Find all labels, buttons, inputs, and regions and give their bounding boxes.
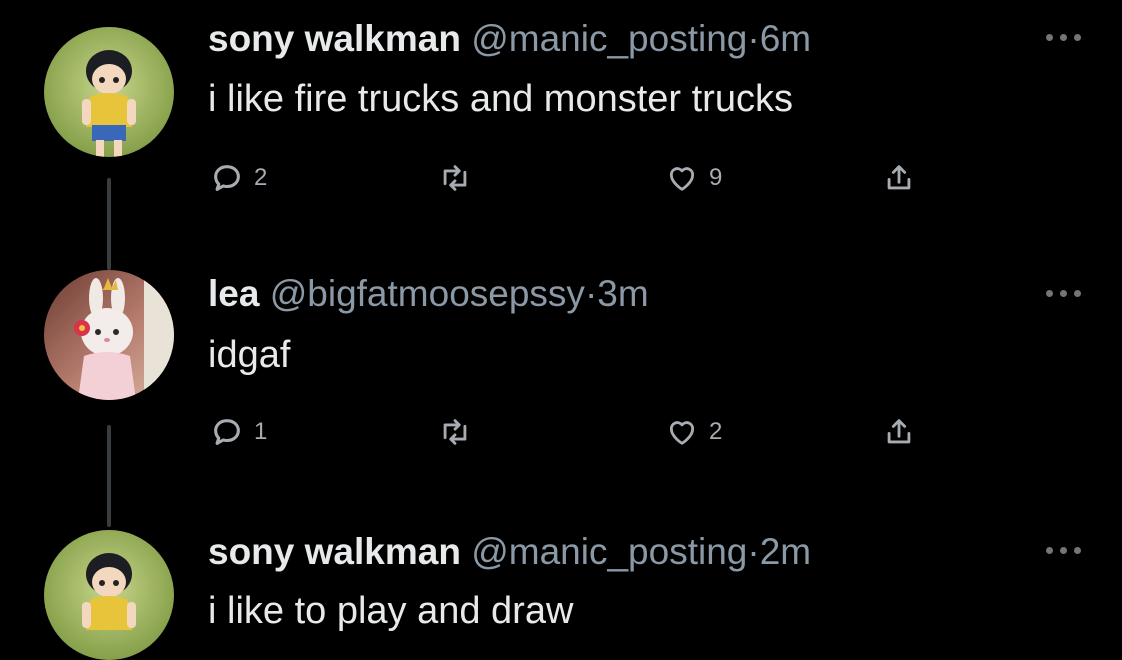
- heart-icon: [669, 421, 695, 445]
- share-icon: [887, 165, 911, 190]
- reply-button[interactable]: 1: [210, 412, 267, 452]
- user-handle[interactable]: @manic_posting: [471, 18, 747, 59]
- like-count: 2: [709, 418, 723, 445]
- reply-button[interactable]: 2: [210, 158, 267, 198]
- tweet[interactable]: sony walkman @manic_posting·2m i like to…: [0, 520, 1122, 660]
- avatar[interactable]: [44, 27, 174, 157]
- heart-icon: [669, 167, 695, 191]
- timestamp[interactable]: 2m: [760, 531, 811, 572]
- share-icon: [887, 419, 911, 444]
- more-icon[interactable]: [1046, 31, 1086, 43]
- tweet[interactable]: lea @bigfatmoosepssy·3m idgaf 1 2: [0, 250, 1122, 520]
- like-button[interactable]: 9: [665, 158, 722, 198]
- retweet-button[interactable]: [438, 158, 472, 198]
- tweet-text: i like fire trucks and monster trucks: [208, 78, 793, 120]
- separator-dot: ·: [747, 531, 760, 572]
- avatar[interactable]: [44, 530, 174, 660]
- shinji-avatar-image: [44, 530, 174, 660]
- tweet-actions: 2 9: [0, 158, 1122, 198]
- tweet-header: sony walkman @manic_posting·2m: [208, 530, 811, 574]
- timestamp[interactable]: 3m: [597, 273, 648, 314]
- separator-dot: ·: [747, 18, 760, 59]
- separator-dot: ·: [584, 273, 598, 314]
- display-name[interactable]: sony walkman: [208, 18, 461, 59]
- timestamp[interactable]: 6m: [760, 18, 811, 59]
- share-button[interactable]: [882, 412, 916, 452]
- reply-icon: [214, 419, 240, 445]
- tweet[interactable]: sony walkman @manic_posting·6m i like fi…: [0, 0, 1122, 250]
- retweet-button[interactable]: [438, 412, 472, 452]
- reply-icon: [214, 165, 240, 191]
- avatar[interactable]: [44, 270, 174, 400]
- tweet-text: idgaf: [208, 334, 291, 376]
- like-button[interactable]: 2: [665, 412, 722, 452]
- reply-count: 1: [254, 418, 268, 445]
- display-name[interactable]: lea: [208, 273, 259, 314]
- tweet-header: lea @bigfatmoosepssy·3m: [208, 272, 649, 316]
- display-name[interactable]: sony walkman: [208, 531, 461, 572]
- more-icon[interactable]: [1046, 287, 1086, 299]
- retweet-icon: [443, 419, 467, 445]
- user-handle[interactable]: @bigfatmoosepssy: [270, 273, 585, 314]
- tweet-text: i like to play and draw: [208, 590, 574, 632]
- more-icon[interactable]: [1046, 544, 1086, 556]
- tweet-actions: 1 2: [0, 412, 1122, 452]
- retweet-icon: [443, 165, 467, 191]
- user-handle[interactable]: @manic_posting: [471, 531, 747, 572]
- bunny-avatar-image: [44, 270, 174, 400]
- tweet-header: sony walkman @manic_posting·6m: [208, 17, 811, 61]
- like-count: 9: [709, 164, 723, 191]
- shinji-avatar-image: [44, 27, 174, 157]
- share-button[interactable]: [882, 158, 916, 198]
- reply-count: 2: [254, 164, 268, 191]
